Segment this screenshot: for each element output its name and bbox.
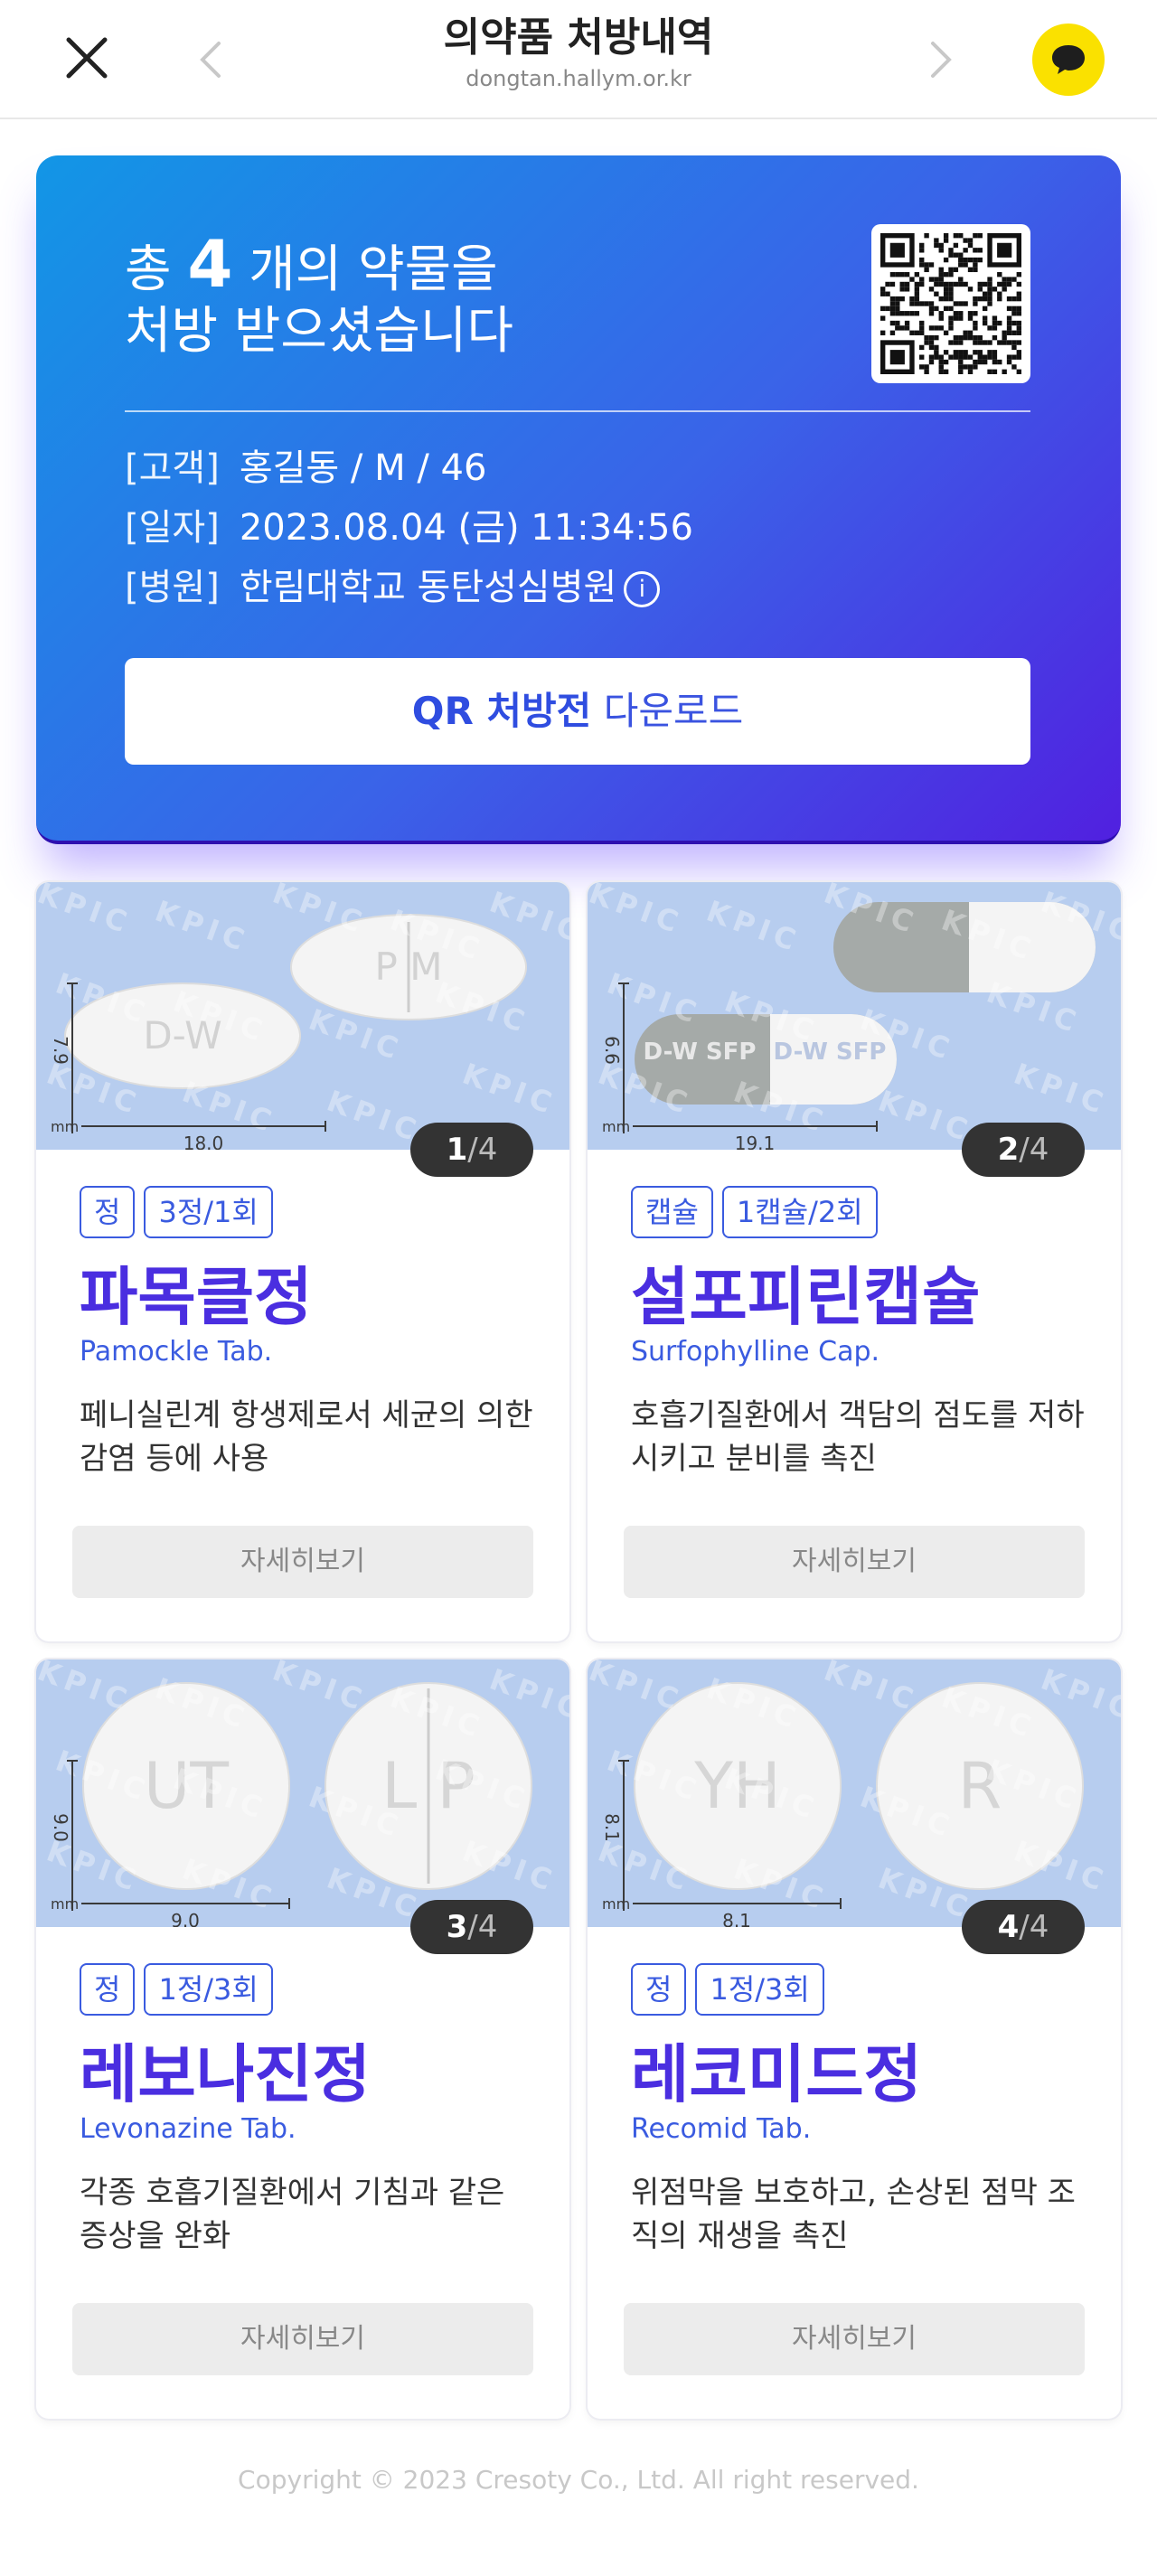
detail-button[interactable]: 자세히보기 <box>72 1526 533 1598</box>
drug-name-en: Recomid Tab. <box>631 2113 812 2145</box>
dose-tags: 정 1정/3회 <box>80 1963 282 2016</box>
page-url: dongtan.hallym.or.kr <box>466 66 691 91</box>
info-icon[interactable]: i <box>624 571 661 607</box>
dose-tags: 정 1정/3회 <box>631 1963 833 2016</box>
dose-tags: 정 3정/1회 <box>80 1186 282 1238</box>
card-index: 1 <box>446 1132 468 1168</box>
drug-name-en: Surfophylline Cap. <box>631 1336 880 1368</box>
drug-name-ko: 설포피린캡슐 <box>631 1260 981 1334</box>
size-unit: mm <box>602 1118 630 1135</box>
drug-name-ko: 파목클정 <box>80 1260 313 1334</box>
form-tag: 정 <box>80 1186 136 1238</box>
customer-label: [고객] <box>125 447 220 489</box>
headline-line2: 처방 받으셨습니다 <box>125 302 513 361</box>
dose-tag: 1캡슐/2회 <box>721 1186 878 1238</box>
pill-image: KPIC KPIC KPIC KPIC KPIC KPIC KPIC KPIC KPIC KPIC… <box>588 882 1121 1150</box>
top-bar: 의약품 처방내역 dongtan.hallym.or.kr <box>0 0 1157 119</box>
detail-button[interactable]: 자세히보기 <box>624 2303 1085 2375</box>
headline-suffix: 개의 약물을 <box>249 240 498 299</box>
form-tag: 정 <box>80 1963 136 2016</box>
size-vertical: 7.9 <box>50 1036 71 1065</box>
qr-code[interactable] <box>871 224 1030 383</box>
date-label: [일자] <box>125 507 220 549</box>
speech-bubble-icon <box>1052 45 1085 74</box>
size-horizontal: 18.0 <box>183 1133 224 1150</box>
close-icon[interactable] <box>58 34 116 85</box>
drug-name-ko: 레보나진정 <box>80 2037 371 2111</box>
drug-card: KPIC KPIC KPIC KPIC KPIC KPIC KPIC KPIC KPIC KPIC… <box>588 1659 1121 2419</box>
hospital-value: 한림대학교 동탄성심병원 <box>239 567 617 608</box>
size-unit: mm <box>51 1118 79 1135</box>
card-index-badge: 3/4 <box>410 1900 533 1954</box>
qr-download-button[interactable]: QR 처방전 다운로드 <box>125 658 1030 765</box>
copyright: Copyright © 2023 Cresoty Co., Ltd. All r… <box>238 2465 919 2495</box>
card-index: 4 <box>997 1909 1020 1945</box>
size-unit: mm <box>51 1895 79 1913</box>
card-index: 3 <box>446 1909 468 1945</box>
drug-description: 호흡기질환에서 객담의 점도를 저하시키고 분비를 촉진 <box>631 1397 1085 1477</box>
drug-card: KPIC KPIC KPIC KPIC KPIC KPIC KPIC KPIC KPIC KPIC… <box>36 1659 569 2419</box>
form-tag: 정 <box>631 1963 687 2016</box>
detail-button[interactable]: 자세히보기 <box>72 2303 533 2375</box>
page-title: 의약품 처방내역 <box>443 14 714 61</box>
drug-description: 페니실린계 항생제로서 세균의 의한 감염 등에 사용 <box>80 1397 533 1477</box>
chevron-left-icon[interactable] <box>192 34 228 85</box>
drug-name-en: Pamockle Tab. <box>80 1336 273 1368</box>
card-index: 2 <box>997 1132 1020 1168</box>
card-total: /4 <box>467 1909 498 1945</box>
hospital-label: [병원] <box>125 567 220 608</box>
drug-description: 위점막을 보호하고, 손상된 점막 조직의 재생을 촉진 <box>631 2175 1076 2254</box>
dose-tag: 3정/1회 <box>144 1186 273 1238</box>
size-ruler: 7.9 18.0 mm <box>50 982 326 1150</box>
hospital-row: [병원] 한림대학교 동탄성심병원 i <box>125 562 661 613</box>
divider <box>125 410 1030 412</box>
date-row: [일자] 2023.08.04 (금) 11:34:56 <box>125 503 693 553</box>
pill-image: KPIC KPIC KPIC KPIC KPIC KPIC KPIC KPIC KPIC KPIC… <box>36 1659 569 1927</box>
page: 의약품 처방내역 dongtan.hallym.or.kr 총 4 개의 약물을… <box>0 0 1157 2576</box>
size-horizontal: 19.1 <box>735 1133 776 1150</box>
customer-row: [고객] 홍길동 / M / 46 <box>125 443 486 494</box>
size-horizontal: 8.1 <box>722 1910 751 1927</box>
card-index-badge: 1/4 <box>410 1123 533 1177</box>
size-vertical: 9.0 <box>50 1813 71 1842</box>
pill-image: KPIC KPIC KPIC KPIC KPIC KPIC KPIC KPIC KPIC KPIC… <box>36 882 569 1150</box>
drug-name-ko: 레코미드정 <box>631 2037 922 2111</box>
download-label: 다운로드 <box>603 689 744 733</box>
date-value: 2023.08.04 (금) 11:34:56 <box>239 507 693 549</box>
drug-name-en: Levonazine Tab. <box>80 2113 296 2145</box>
dose-tag: 1정/3회 <box>695 1963 824 2016</box>
prescription-summary: 총 4 개의 약물을 처방 받으셨습니다 [고객] 홍길동 / M / 46 [일… <box>36 155 1121 844</box>
chevron-right-icon[interactable] <box>924 34 960 85</box>
drug-card: KPIC KPIC KPIC KPIC KPIC KPIC KPIC KPIC KPIC KPIC… <box>588 882 1121 1641</box>
card-total: /4 <box>467 1132 498 1168</box>
size-vertical: 6.6 <box>601 1036 623 1065</box>
customer-value: 홍길동 / M / 46 <box>239 447 487 489</box>
card-index-badge: 2/4 <box>962 1123 1085 1177</box>
size-unit: mm <box>602 1895 630 1913</box>
size-horizontal: 9.0 <box>171 1910 200 1927</box>
card-index-badge: 4/4 <box>962 1900 1085 1954</box>
card-total: /4 <box>1019 1909 1049 1945</box>
detail-button[interactable]: 자세히보기 <box>624 1526 1085 1598</box>
dose-tag: 1정/3회 <box>144 1963 273 2016</box>
size-ruler: 6.6 19.1 mm <box>601 982 878 1150</box>
summary-headline: 총 4 개의 약물을 처방 받으셨습니다 <box>125 231 513 362</box>
form-tag: 캡슐 <box>631 1186 713 1238</box>
size-ruler: 9.0 9.0 mm <box>50 1760 290 1927</box>
drug-description: 각종 호흡기질환에서 기침과 같은 증상을 완화 <box>80 2175 505 2254</box>
size-vertical: 8.1 <box>601 1813 623 1842</box>
pill-image: KPIC KPIC KPIC KPIC KPIC KPIC KPIC KPIC KPIC KPIC… <box>588 1659 1121 1927</box>
dose-tags: 캡슐 1캡슐/2회 <box>631 1186 887 1238</box>
drug-count: 4 <box>187 226 233 302</box>
card-total: /4 <box>1019 1132 1049 1168</box>
title-area: 의약품 처방내역 dongtan.hallym.or.kr <box>307 13 850 94</box>
headline-prefix: 총 <box>125 240 172 299</box>
drug-card: KPIC KPIC KPIC KPIC KPIC KPIC KPIC KPIC KPIC KPIC… <box>36 882 569 1641</box>
download-strong-label: QR 처방전 <box>411 689 592 733</box>
talk-button[interactable] <box>1032 24 1105 96</box>
size-ruler: 8.1 8.1 mm <box>601 1760 842 1927</box>
